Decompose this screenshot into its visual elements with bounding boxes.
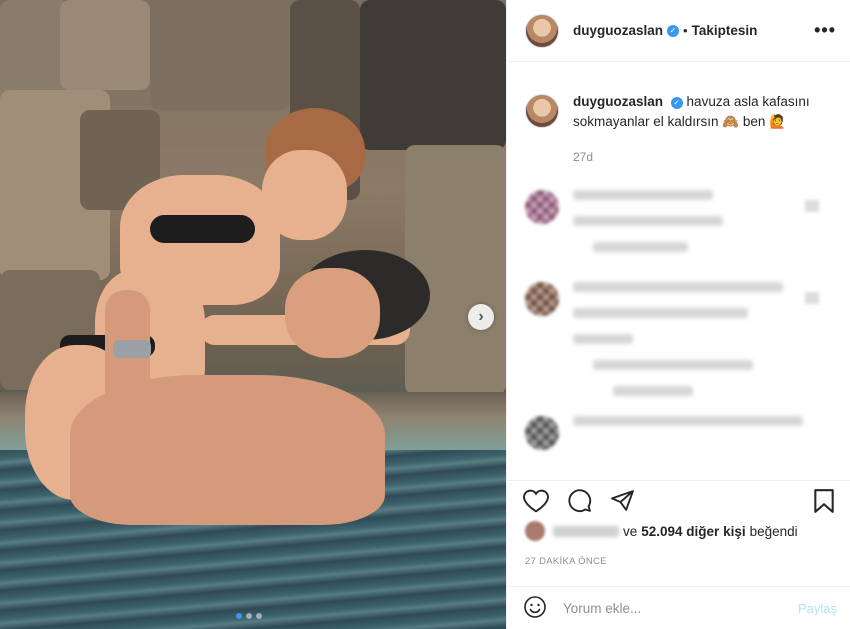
- post-image[interactable]: ›: [0, 0, 506, 629]
- comment-text: [573, 216, 723, 226]
- carousel-dot: [246, 613, 252, 619]
- verified-badge-icon: ✓: [667, 24, 680, 37]
- likes-count[interactable]: 52.094 diğer kişi: [641, 524, 745, 539]
- avatar[interactable]: [525, 521, 545, 541]
- comment-meta: [593, 360, 753, 370]
- avatar[interactable]: [525, 416, 559, 450]
- header-separator: •: [683, 23, 688, 38]
- likes-suffix: beğendi: [749, 523, 798, 539]
- comment-meta: [613, 386, 693, 396]
- liker-username[interactable]: [553, 525, 619, 537]
- carousel-dot: [256, 613, 262, 619]
- heart-icon[interactable]: [805, 200, 819, 212]
- caption-username[interactable]: duyguozaslan: [573, 94, 663, 109]
- comment-text: [573, 282, 783, 292]
- heart-icon[interactable]: [805, 292, 819, 304]
- likes-summary[interactable]: ve 52.094 diğer kişi beğendi: [525, 521, 798, 541]
- comment-icon[interactable]: [567, 488, 592, 513]
- header-username[interactable]: duyguozaslan: [573, 23, 663, 38]
- heart-icon[interactable]: [523, 489, 549, 513]
- post-caption: duyguozaslan ✓ havuza asla kafasını sokm…: [525, 92, 833, 132]
- list-item: [525, 282, 833, 412]
- post-comment-button[interactable]: Paylaş: [798, 601, 837, 616]
- list-item: [525, 416, 833, 450]
- post-header: duyguozaslan ✓ • Takiptesin •••: [507, 0, 850, 62]
- post-actions: [507, 480, 850, 520]
- more-icon[interactable]: •••: [814, 20, 836, 41]
- comment-text: [573, 334, 633, 344]
- likes-prefix: ve: [623, 523, 638, 539]
- share-icon[interactable]: [610, 488, 635, 513]
- post-details-panel: duyguozaslan ✓ • Takiptesin ••• duyguoza…: [506, 0, 850, 629]
- emoji-icon[interactable]: [523, 595, 547, 622]
- comment-text: [573, 190, 713, 200]
- comment-meta: [593, 242, 688, 252]
- bookmark-icon[interactable]: [813, 488, 835, 514]
- avatar[interactable]: [525, 282, 559, 316]
- avatar[interactable]: [525, 190, 559, 224]
- carousel-next-button[interactable]: ›: [468, 304, 494, 330]
- comment-text: [573, 308, 748, 318]
- list-item: [525, 190, 833, 268]
- following-button[interactable]: Takiptesin: [692, 23, 758, 38]
- verified-badge-icon: ✓: [670, 97, 683, 109]
- avatar[interactable]: [525, 94, 559, 128]
- comment-input[interactable]: Yorum ekle...: [563, 601, 641, 616]
- post-timestamp[interactable]: 27 DAKİKA ÖNCE: [525, 556, 607, 567]
- comment-text: [573, 416, 803, 426]
- avatar[interactable]: [525, 13, 559, 48]
- chevron-right-icon: ›: [478, 308, 484, 325]
- carousel-indicator: [236, 613, 262, 619]
- comments-section[interactable]: duyguozaslan ✓ havuza asla kafasını sokm…: [507, 62, 850, 480]
- carousel-dot: [236, 613, 242, 619]
- caption-time[interactable]: 27d: [573, 150, 833, 164]
- add-comment-bar: Yorum ekle... Paylaş: [507, 586, 850, 629]
